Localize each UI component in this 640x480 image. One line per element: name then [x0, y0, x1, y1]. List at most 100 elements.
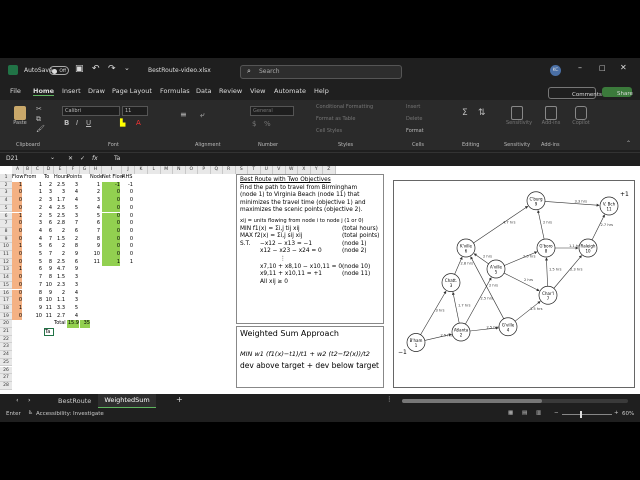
flow-cell[interactable]: 0 — [12, 289, 22, 298]
name-box[interactable]: D21 — [6, 155, 18, 162]
cancel-icon[interactable]: ✕ — [68, 155, 73, 162]
share-button[interactable]: Share — [602, 87, 633, 97]
minimize-icon[interactable]: – — [578, 63, 582, 72]
rhs-cell[interactable]: 0 — [122, 197, 133, 205]
flow-cell[interactable]: 1 — [12, 243, 22, 251]
net-flow-cell[interactable]: 0 — [102, 212, 120, 221]
points-cell[interactable]: 8 — [67, 243, 78, 251]
column-header-l[interactable]: L — [148, 166, 161, 174]
flow-cell[interactable]: 0 — [12, 274, 22, 282]
menu-help[interactable]: Help — [314, 87, 329, 95]
row-header[interactable]: 1 — [0, 174, 12, 182]
row-header[interactable]: 10 — [0, 243, 12, 251]
points-cell[interactable]: 5 — [67, 205, 78, 213]
align-icon[interactable]: ≡ — [180, 110, 187, 119]
flow-cell[interactable]: 0 — [12, 197, 22, 205]
row-header[interactable]: 13 — [0, 266, 12, 275]
from-cell[interactable]: 5 — [32, 251, 42, 259]
points-cell[interactable]: 3 — [67, 182, 78, 190]
points-cell[interactable]: 4 — [67, 313, 78, 321]
to-cell[interactable]: 6 — [44, 243, 52, 251]
flow-cell[interactable]: 0 — [12, 189, 22, 198]
row-header[interactable]: 15 — [0, 281, 12, 290]
points-cell[interactable]: 4 — [67, 197, 78, 205]
rhs-cell[interactable]: 0 — [122, 236, 133, 244]
column-header-k[interactable]: K — [135, 166, 148, 174]
from-cell[interactable]: 10 — [32, 313, 42, 321]
flow-cell[interactable]: 0 — [12, 297, 22, 305]
points-cell[interactable]: 2 — [67, 236, 78, 244]
hours-cell[interactable]: 2 — [54, 251, 65, 259]
net-flow-cell[interactable]: 0 — [102, 243, 120, 251]
row-header[interactable]: 26 — [0, 366, 12, 375]
row-header[interactable]: 11 — [0, 251, 12, 259]
to-cell[interactable]: 4 — [44, 205, 52, 213]
search-box[interactable]: ⌕ Search — [240, 65, 402, 79]
points-cell[interactable]: 7 — [67, 220, 78, 228]
from-cell[interactable]: 7 — [32, 282, 42, 290]
flow-cell[interactable]: 1 — [12, 266, 22, 275]
flow-cell[interactable]: 1 — [12, 304, 22, 313]
net-flow-cell[interactable]: -1 — [102, 181, 120, 190]
node-cell[interactable]: 9 — [90, 243, 100, 251]
row-header[interactable]: 25 — [0, 358, 12, 367]
hours-cell[interactable]: 3 — [54, 189, 65, 197]
row-header[interactable]: 7 — [0, 220, 12, 228]
flow-cell[interactable]: 0 — [12, 220, 22, 228]
column-header-x[interactable]: X — [298, 166, 311, 174]
node-cell[interactable]: 11 — [90, 259, 100, 267]
hours-cell[interactable]: 2.5 — [54, 182, 65, 190]
save-icon[interactable]: ▣ — [75, 64, 84, 74]
enter-icon[interactable]: ✓ — [80, 155, 85, 162]
flow-cell[interactable]: 0 — [12, 258, 22, 267]
redo-icon[interactable]: ↷ — [108, 64, 116, 74]
zoom-out-icon[interactable]: − — [554, 410, 559, 416]
zoom-slider[interactable] — [562, 411, 612, 418]
hours-cell[interactable]: 1.7 — [54, 197, 65, 205]
cut-icon[interactable]: ✂ — [36, 105, 42, 113]
sort-filter-icon[interactable]: ⇅ — [478, 108, 486, 118]
restore-icon[interactable]: □ — [599, 64, 606, 72]
header-hours[interactable]: Hours — [54, 174, 69, 182]
zoom-level[interactable]: 60% — [622, 411, 634, 417]
network-diagram[interactable]: 2.5 hrs 3 hrs 1.7 hrs 2.5 hrs 2.5 hrs 2.8 hrs… — [393, 180, 635, 388]
row-header[interactable]: 24 — [0, 351, 12, 359]
formula-input[interactable]: Ta — [114, 155, 120, 162]
from-cell[interactable]: 1 — [32, 182, 42, 190]
rhs-cell[interactable]: 0 — [122, 228, 133, 236]
column-header-s[interactable]: S — [235, 166, 248, 174]
flow-cell[interactable]: 0 — [12, 204, 22, 213]
total-points[interactable]: 35 — [80, 320, 90, 328]
column-header-d[interactable]: D — [44, 166, 54, 174]
points-cell[interactable]: 6 — [67, 228, 78, 236]
menu-home[interactable]: Home — [33, 87, 55, 96]
points-cell[interactable]: 9 — [67, 251, 78, 259]
add-sheet-icon[interactable]: + — [176, 395, 183, 404]
hours-cell[interactable]: 2 — [54, 243, 65, 251]
column-header-i[interactable]: I — [102, 166, 122, 174]
rhs-cell[interactable]: 0 — [122, 220, 133, 228]
flow-cell[interactable]: 0 — [12, 235, 22, 244]
points-cell[interactable]: 3 — [67, 297, 78, 305]
net-flow-cell[interactable]: 0 — [102, 227, 120, 236]
points-cell[interactable]: 5 — [67, 305, 78, 313]
tab-weightedsum[interactable]: WeightedSum — [98, 394, 156, 409]
hours-cell[interactable]: 2 — [54, 228, 65, 236]
flow-cell[interactable]: 0 — [12, 312, 22, 321]
row-header[interactable]: 23 — [0, 343, 12, 352]
menu-page-layout[interactable]: Page Layout — [112, 87, 152, 95]
from-cell[interactable]: 4 — [32, 228, 42, 236]
to-cell[interactable]: 11 — [44, 305, 52, 313]
rhs-cell[interactable]: 0 — [122, 205, 133, 213]
row-header[interactable]: 14 — [0, 274, 12, 282]
worksheet-grid[interactable]: ABCDEFGHIJKLMNOPQRSTUVWXYZ 1 2 3 4 5 6 7 8 9 10 11… — [0, 166, 640, 394]
menu-file[interactable]: File — [10, 87, 21, 95]
row-header[interactable]: 17 — [0, 297, 12, 305]
from-cell[interactable]: 5 — [32, 243, 42, 251]
from-cell[interactable]: 2 — [32, 197, 42, 205]
hours-cell[interactable]: 2.5 — [54, 213, 65, 221]
from-cell[interactable]: 2 — [32, 213, 42, 221]
format-painter-icon[interactable]: 🖌 — [36, 125, 45, 133]
menu-formulas[interactable]: Formulas — [160, 87, 190, 95]
net-flow-cell[interactable]: 0 — [102, 197, 120, 205]
